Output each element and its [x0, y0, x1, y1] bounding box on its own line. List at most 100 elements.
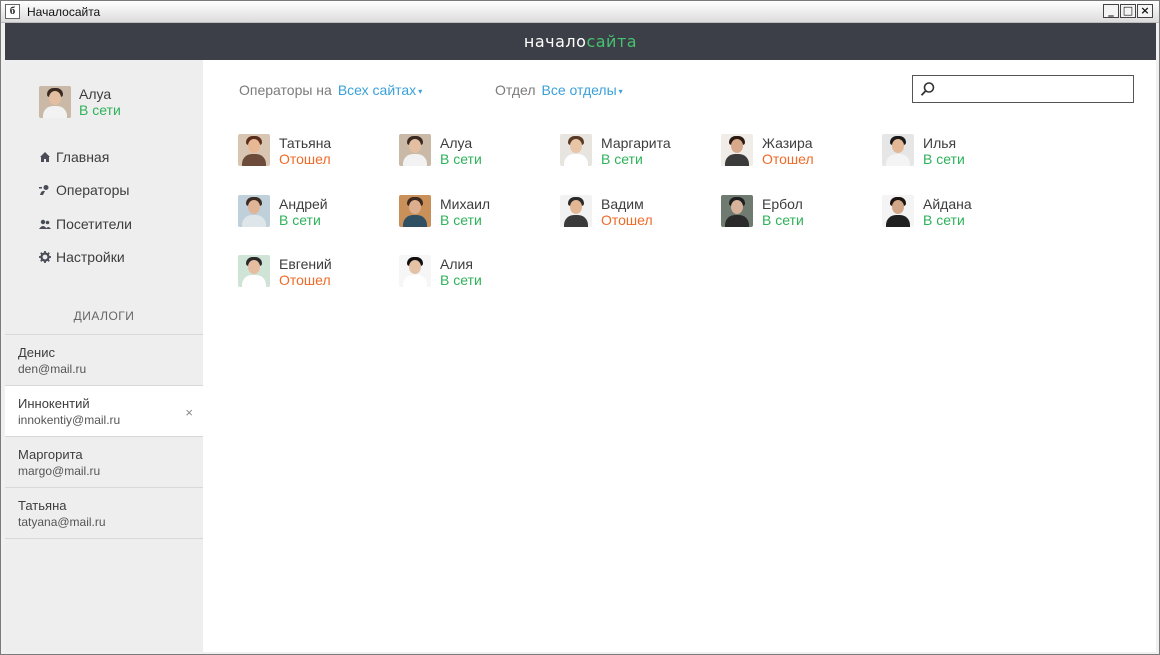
- dialog-name: Денис: [18, 345, 55, 360]
- close-dialog-icon[interactable]: ×: [185, 405, 193, 420]
- operators-icon: [39, 185, 49, 196]
- operator-status: Отошел: [601, 211, 653, 228]
- operator-name: Жазира: [762, 135, 813, 151]
- nav-item-home[interactable]: Главная: [39, 140, 132, 174]
- operator-avatar: [721, 134, 753, 166]
- gear-icon: [39, 251, 51, 264]
- operator-status: В сети: [923, 211, 965, 228]
- sidebar: Алуа В сети Главная Операторы Посетители…: [5, 60, 203, 652]
- operator-avatar: [238, 255, 270, 287]
- dept-filter-label: Отдел: [495, 82, 536, 98]
- operator-card[interactable]: Ербол В сети: [721, 194, 871, 229]
- operator-name: Алуа: [440, 135, 473, 151]
- operator-status: Отошел: [762, 151, 814, 167]
- dialog-email: margo@mail.ru: [18, 464, 101, 478]
- operator-name: Вадим: [601, 195, 644, 212]
- app-window: б Началосайта _ □ × началосайта Алуа В с…: [0, 0, 1160, 655]
- operator-status: В сети: [923, 151, 965, 167]
- dialogs-list: Денис den@mail.ru Иннокентий innokentiy@…: [5, 334, 203, 539]
- operator-name: Андрей: [279, 195, 328, 212]
- app-icon: б: [5, 4, 20, 19]
- search-icon: [920, 82, 935, 96]
- operator-avatar: [238, 194, 270, 227]
- user-name: Алуа: [79, 86, 112, 102]
- dialog-email: tatyana@mail.ru: [18, 515, 106, 529]
- operator-avatar: [721, 194, 753, 227]
- operator-status: В сети: [279, 211, 321, 228]
- site-filter-label: Операторы на: [239, 82, 332, 98]
- search-input[interactable]: [939, 78, 1129, 100]
- nav-label: Главная: [56, 148, 110, 165]
- operator-card[interactable]: Вадим Отошел: [560, 194, 710, 229]
- operator-card[interactable]: Алия В сети: [399, 255, 549, 289]
- home-icon: [40, 151, 50, 162]
- title-bar: б Началосайта _ □ ×: [1, 1, 1159, 23]
- operator-status: В сети: [440, 151, 482, 167]
- operator-avatar: [399, 134, 431, 166]
- dept-filter: Отдел Все отделы ▾: [495, 82, 623, 98]
- operator-avatar: [882, 194, 914, 227]
- window-title: Началосайта: [27, 5, 101, 19]
- site-filter-value: Всех сайтах: [337, 82, 417, 98]
- nav-item-settings[interactable]: Настройки: [39, 241, 132, 275]
- logo-part-2: сайта: [586, 32, 638, 51]
- operator-card[interactable]: Айдана В сети: [882, 194, 1032, 229]
- operator-name: Алия: [440, 256, 473, 272]
- logo: началосайта: [5, 32, 1156, 51]
- nav-label: Настройки: [56, 249, 125, 266]
- nav-item-operators[interactable]: Операторы: [39, 174, 132, 208]
- operator-status: В сети: [440, 272, 482, 288]
- dept-filter-value: Все отделы: [541, 82, 617, 98]
- site-filter-dropdown[interactable]: Всех сайтах ▾: [338, 82, 422, 98]
- operator-name: Евгений: [279, 256, 332, 272]
- operator-avatar: [560, 134, 592, 166]
- operator-card[interactable]: Андрей В сети: [238, 194, 388, 229]
- site-filter: Операторы на Всех сайтах ▾: [239, 82, 422, 98]
- operator-name: Илья: [923, 135, 957, 151]
- logo-part-1: начало: [523, 32, 587, 51]
- operator-avatar: [399, 194, 431, 227]
- operator-name: Михаил: [440, 195, 491, 212]
- dialog-item-active[interactable]: Иннокентий innokentiy@mail.ru ×: [5, 386, 203, 437]
- operator-card[interactable]: Алуа В сети: [399, 134, 549, 168]
- main-nav: Главная Операторы Посетители Настройки: [39, 140, 132, 274]
- dialog-name: Татьяна: [18, 498, 67, 513]
- search-box[interactable]: [912, 75, 1134, 103]
- dialog-item[interactable]: Татьяна tatyana@mail.ru: [5, 488, 203, 539]
- dialog-name: Иннокентий: [18, 396, 90, 411]
- operator-card[interactable]: Евгений Отошел: [238, 255, 388, 289]
- operator-avatar: [238, 134, 270, 166]
- operator-avatar: [399, 255, 431, 287]
- operator-status: Отошел: [279, 272, 331, 288]
- user-status: В сети: [79, 102, 121, 118]
- maximize-button[interactable]: □: [1120, 4, 1136, 18]
- app-header: началосайта: [5, 23, 1156, 60]
- operator-avatar: [560, 194, 592, 227]
- operator-status: Отошел: [279, 151, 331, 167]
- operator-name: Маргарита: [601, 135, 671, 151]
- operator-card[interactable]: Жазира Отошел: [721, 134, 871, 168]
- nav-item-visitors[interactable]: Посетители: [39, 207, 132, 241]
- operator-card[interactable]: Татьяна Отошел: [238, 134, 388, 168]
- window-controls: _ □ ×: [1103, 4, 1153, 18]
- dialog-name: Маргорита: [18, 447, 83, 462]
- chevron-down-icon: ▾: [418, 86, 423, 96]
- operator-status: В сети: [762, 211, 804, 228]
- dialog-item[interactable]: Маргорита margo@mail.ru: [5, 437, 203, 488]
- operator-status: В сети: [601, 151, 643, 167]
- dialog-email: innokentiy@mail.ru: [18, 413, 121, 427]
- dialog-item[interactable]: Денис den@mail.ru: [5, 335, 203, 386]
- operator-name: Ербол: [762, 195, 803, 212]
- chevron-down-icon: ▾: [618, 86, 623, 96]
- user-avatar: [39, 86, 71, 118]
- operator-card[interactable]: Михаил В сети: [399, 194, 549, 229]
- operator-avatar: [882, 134, 914, 166]
- nav-label: Посетители: [56, 215, 132, 232]
- operator-name: Айдана: [923, 195, 972, 212]
- close-window-button[interactable]: ×: [1137, 4, 1153, 18]
- minimize-button[interactable]: _: [1103, 4, 1119, 18]
- dept-filter-dropdown[interactable]: Все отделы ▾: [542, 82, 623, 98]
- operator-card[interactable]: Илья В сети: [882, 134, 1032, 168]
- operator-card[interactable]: Маргарита В сети: [560, 134, 710, 168]
- nav-label: Операторы: [56, 182, 130, 199]
